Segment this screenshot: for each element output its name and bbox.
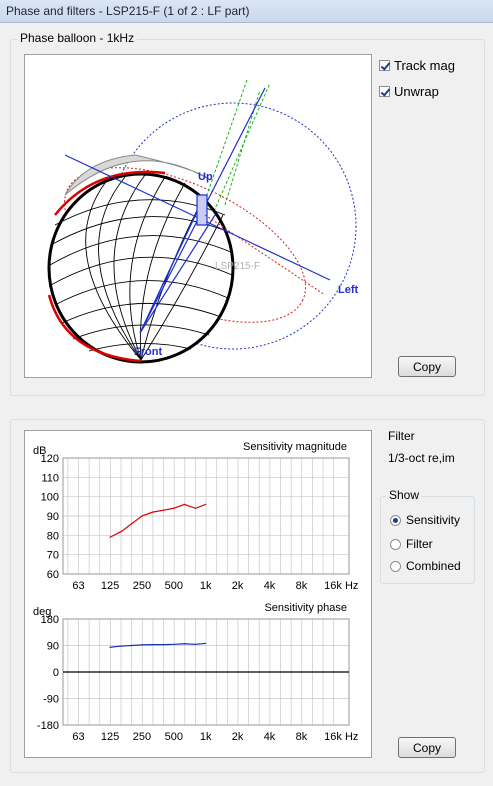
x-tick-label: 125: [101, 731, 119, 743]
x-tick-label: 63: [72, 731, 84, 743]
data-point: [151, 511, 154, 513]
data-point: [173, 507, 175, 509]
data-point: [183, 643, 186, 645]
filter-group-label: Filter: [388, 429, 415, 443]
balloon-ghost-label: LSP215-F: [215, 261, 260, 272]
sensitivity-charts: 6070809010011012063 125 250 500 1k 2k 4k 8k 16k …: [33, 441, 358, 743]
x-tick-label: 16k Hz: [324, 580, 358, 592]
title-bar: Phase and filters - LSP215-F (1 of 2 : L…: [0, 0, 493, 23]
x-tick-label: 500: [165, 731, 183, 743]
x-tick-label: 125: [101, 580, 119, 592]
y-tick-label: 110: [41, 472, 59, 484]
x-tick-label: 1k: [200, 731, 212, 743]
filter-value: 1/3-oct re,im: [388, 451, 455, 465]
data-point: [109, 536, 111, 538]
data-point: [173, 643, 175, 645]
axis-label-up: Up: [198, 171, 213, 183]
balloon-group-label: Phase balloon - 1kHz: [17, 31, 138, 45]
radio-dot-icon: [390, 514, 401, 526]
radio-filter-label: Filter: [406, 537, 433, 551]
data-point: [120, 530, 122, 533]
track-mag-checkbox[interactable]: Track mag: [379, 58, 455, 73]
series-line: [109, 503, 206, 538]
track-mag-label: Track mag: [394, 58, 455, 73]
show-group-label: Show: [386, 488, 423, 502]
x-tick-label: 8k: [296, 731, 308, 743]
radio-dot-icon: [390, 560, 401, 572]
data-point: [109, 646, 111, 648]
data-point: [120, 645, 122, 647]
y-axis-label: dB: [33, 445, 46, 457]
data-point: [131, 644, 133, 647]
x-tick-label: 63: [72, 580, 84, 592]
data-point: [151, 644, 154, 646]
chart-title: Sensitivity magnitude: [243, 441, 347, 453]
data-point: [194, 507, 197, 509]
y-tick-label: -90: [43, 694, 59, 706]
data-point: [205, 503, 207, 505]
radio-filter[interactable]: Filter: [390, 537, 433, 551]
y-tick-label: 70: [47, 550, 59, 562]
x-tick-label: 8k: [296, 580, 308, 592]
x-tick-label: 250: [133, 731, 151, 743]
axis-label-front: Front: [134, 346, 162, 358]
x-tick-label: 1k: [200, 580, 212, 592]
y-tick-label: -180: [37, 720, 59, 732]
axis-label-left: Left: [338, 284, 359, 296]
chart-title: Sensitivity phase: [264, 602, 347, 614]
phase-chart: -180-9009018063 125 250 500 1k 2k 4k 8k 16k Hzde…: [33, 602, 358, 743]
radio-sensitivity-label: Sensitivity: [406, 513, 461, 527]
data-point: [131, 523, 133, 525]
y-tick-label: 60: [47, 569, 59, 581]
magnitude-chart: 6070809010011012063 125 250 500 1k 2k 4k 8k 16k …: [33, 441, 358, 592]
x-tick-label: 4k: [264, 731, 276, 743]
y-tick-label: 90: [47, 511, 59, 523]
x-tick-label: 16k Hz: [324, 731, 358, 743]
unwrap-label: Unwrap: [394, 84, 439, 99]
radio-dot-icon: [390, 538, 401, 550]
data-point: [194, 643, 197, 645]
x-tick-label: 4k: [264, 580, 276, 592]
y-tick-label: 100: [41, 492, 59, 504]
radio-combined-label: Combined: [406, 559, 461, 573]
radio-combined[interactable]: Combined: [390, 559, 461, 573]
data-point: [162, 644, 165, 646]
data-point: [141, 644, 143, 646]
radio-sensitivity[interactable]: Sensitivity: [390, 513, 460, 527]
x-tick-label: 2k: [232, 580, 244, 592]
data-point: [205, 642, 207, 645]
y-axis-label: deg: [33, 606, 51, 618]
balloon-view[interactable]: Up Left Front LSP215-F: [24, 54, 372, 378]
balloon-copy-button[interactable]: Copy: [398, 356, 456, 377]
data-point: [183, 503, 186, 505]
charts-copy-button[interactable]: Copy: [398, 737, 456, 758]
charts-panel: 60 70 80 90 100 110 120 63 125 250 500 1k 2k 4k 8k 16k …: [24, 430, 372, 758]
data-point: [141, 515, 143, 517]
checkbox-check-icon: [379, 60, 390, 71]
window-title: Phase and filters - LSP215-F (1 of 2 : L…: [6, 4, 250, 18]
x-tick-label: 500: [165, 580, 183, 592]
x-tick-label: 2k: [232, 731, 244, 743]
data-point: [162, 509, 165, 511]
balloon-plot: Up Left Front LSP215-F: [47, 79, 359, 364]
y-tick-label: 90: [47, 641, 59, 653]
checkbox-check-icon: [379, 86, 390, 97]
unwrap-checkbox[interactable]: Unwrap: [379, 84, 439, 99]
y-tick-label: 80: [47, 530, 59, 542]
x-tick-label: 250: [133, 580, 151, 592]
y-tick-label: 0: [53, 667, 59, 679]
